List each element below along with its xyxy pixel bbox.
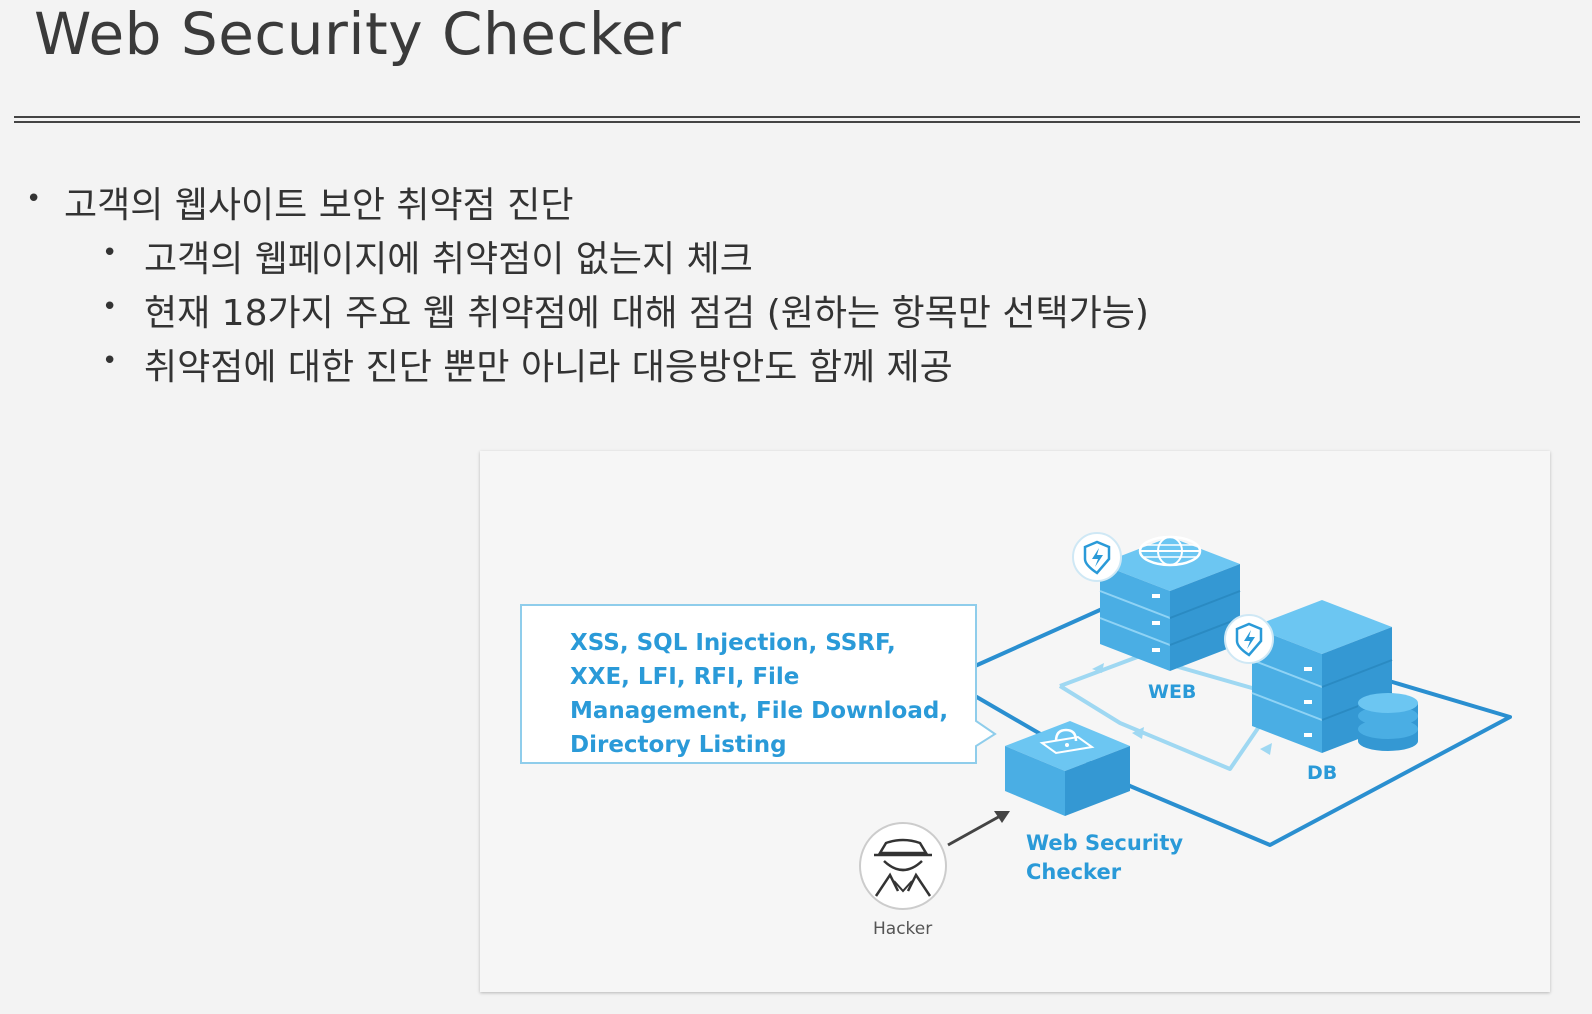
bullet-text: 현재 18가지 주요 웹 취약점에 대해 점검 (원하는 항목만 선택가능) bbox=[144, 293, 1149, 334]
architecture-diagram: XSS, SQL Injection, SSRF, XXE, LFI, RFI,… bbox=[480, 451, 1550, 992]
shield-lightning-icon bbox=[1224, 614, 1274, 664]
hacker-icon bbox=[859, 822, 947, 910]
attack-arrow bbox=[947, 813, 1003, 847]
web-label: WEB bbox=[1148, 681, 1197, 703]
bullet-item-sub-1: • 고객의 웹페이지에 취약점이 없는지 체크 bbox=[102, 230, 753, 282]
checker-label: Web Security Checker bbox=[1026, 831, 1184, 884]
bullet-dot: • bbox=[102, 346, 118, 376]
bullet-item-sub-2: • 현재 18가지 주요 웹 취약점에 대해 점검 (원하는 항목만 선택가능) bbox=[102, 284, 1149, 336]
bullet-text: 취약점에 대한 진단 뿐만 아니라 대응방안도 함께 제공 bbox=[144, 347, 953, 388]
db-label: DB bbox=[1307, 762, 1338, 784]
bullet-item-sub-3: • 취약점에 대한 진단 뿐만 아니라 대응방안도 함께 제공 bbox=[102, 338, 953, 390]
bullet-text: 고객의 웹페이지에 취약점이 없는지 체크 bbox=[144, 239, 753, 280]
database-icon bbox=[1358, 693, 1418, 751]
bullet-dot: • bbox=[102, 292, 118, 322]
bullet-text: 고객의 웹사이트 보안 취약점 진단 bbox=[64, 185, 574, 226]
bullet-dot: • bbox=[102, 238, 118, 268]
slide-title: Web Security Checker bbox=[34, 0, 682, 68]
shield-lightning-icon bbox=[1072, 532, 1122, 582]
bullet-item-main: • 고객의 웹사이트 보안 취약점 진단 bbox=[26, 176, 574, 228]
flow-arrow-icon bbox=[1260, 743, 1272, 755]
title-divider bbox=[14, 116, 1580, 123]
bullet-dot: • bbox=[26, 184, 42, 214]
vulnerability-list: XSS, SQL Injection, SSRF, XXE, LFI, RFI,… bbox=[570, 630, 949, 758]
checker-appliance bbox=[1005, 721, 1130, 816]
hacker-label: Hacker bbox=[873, 919, 933, 939]
